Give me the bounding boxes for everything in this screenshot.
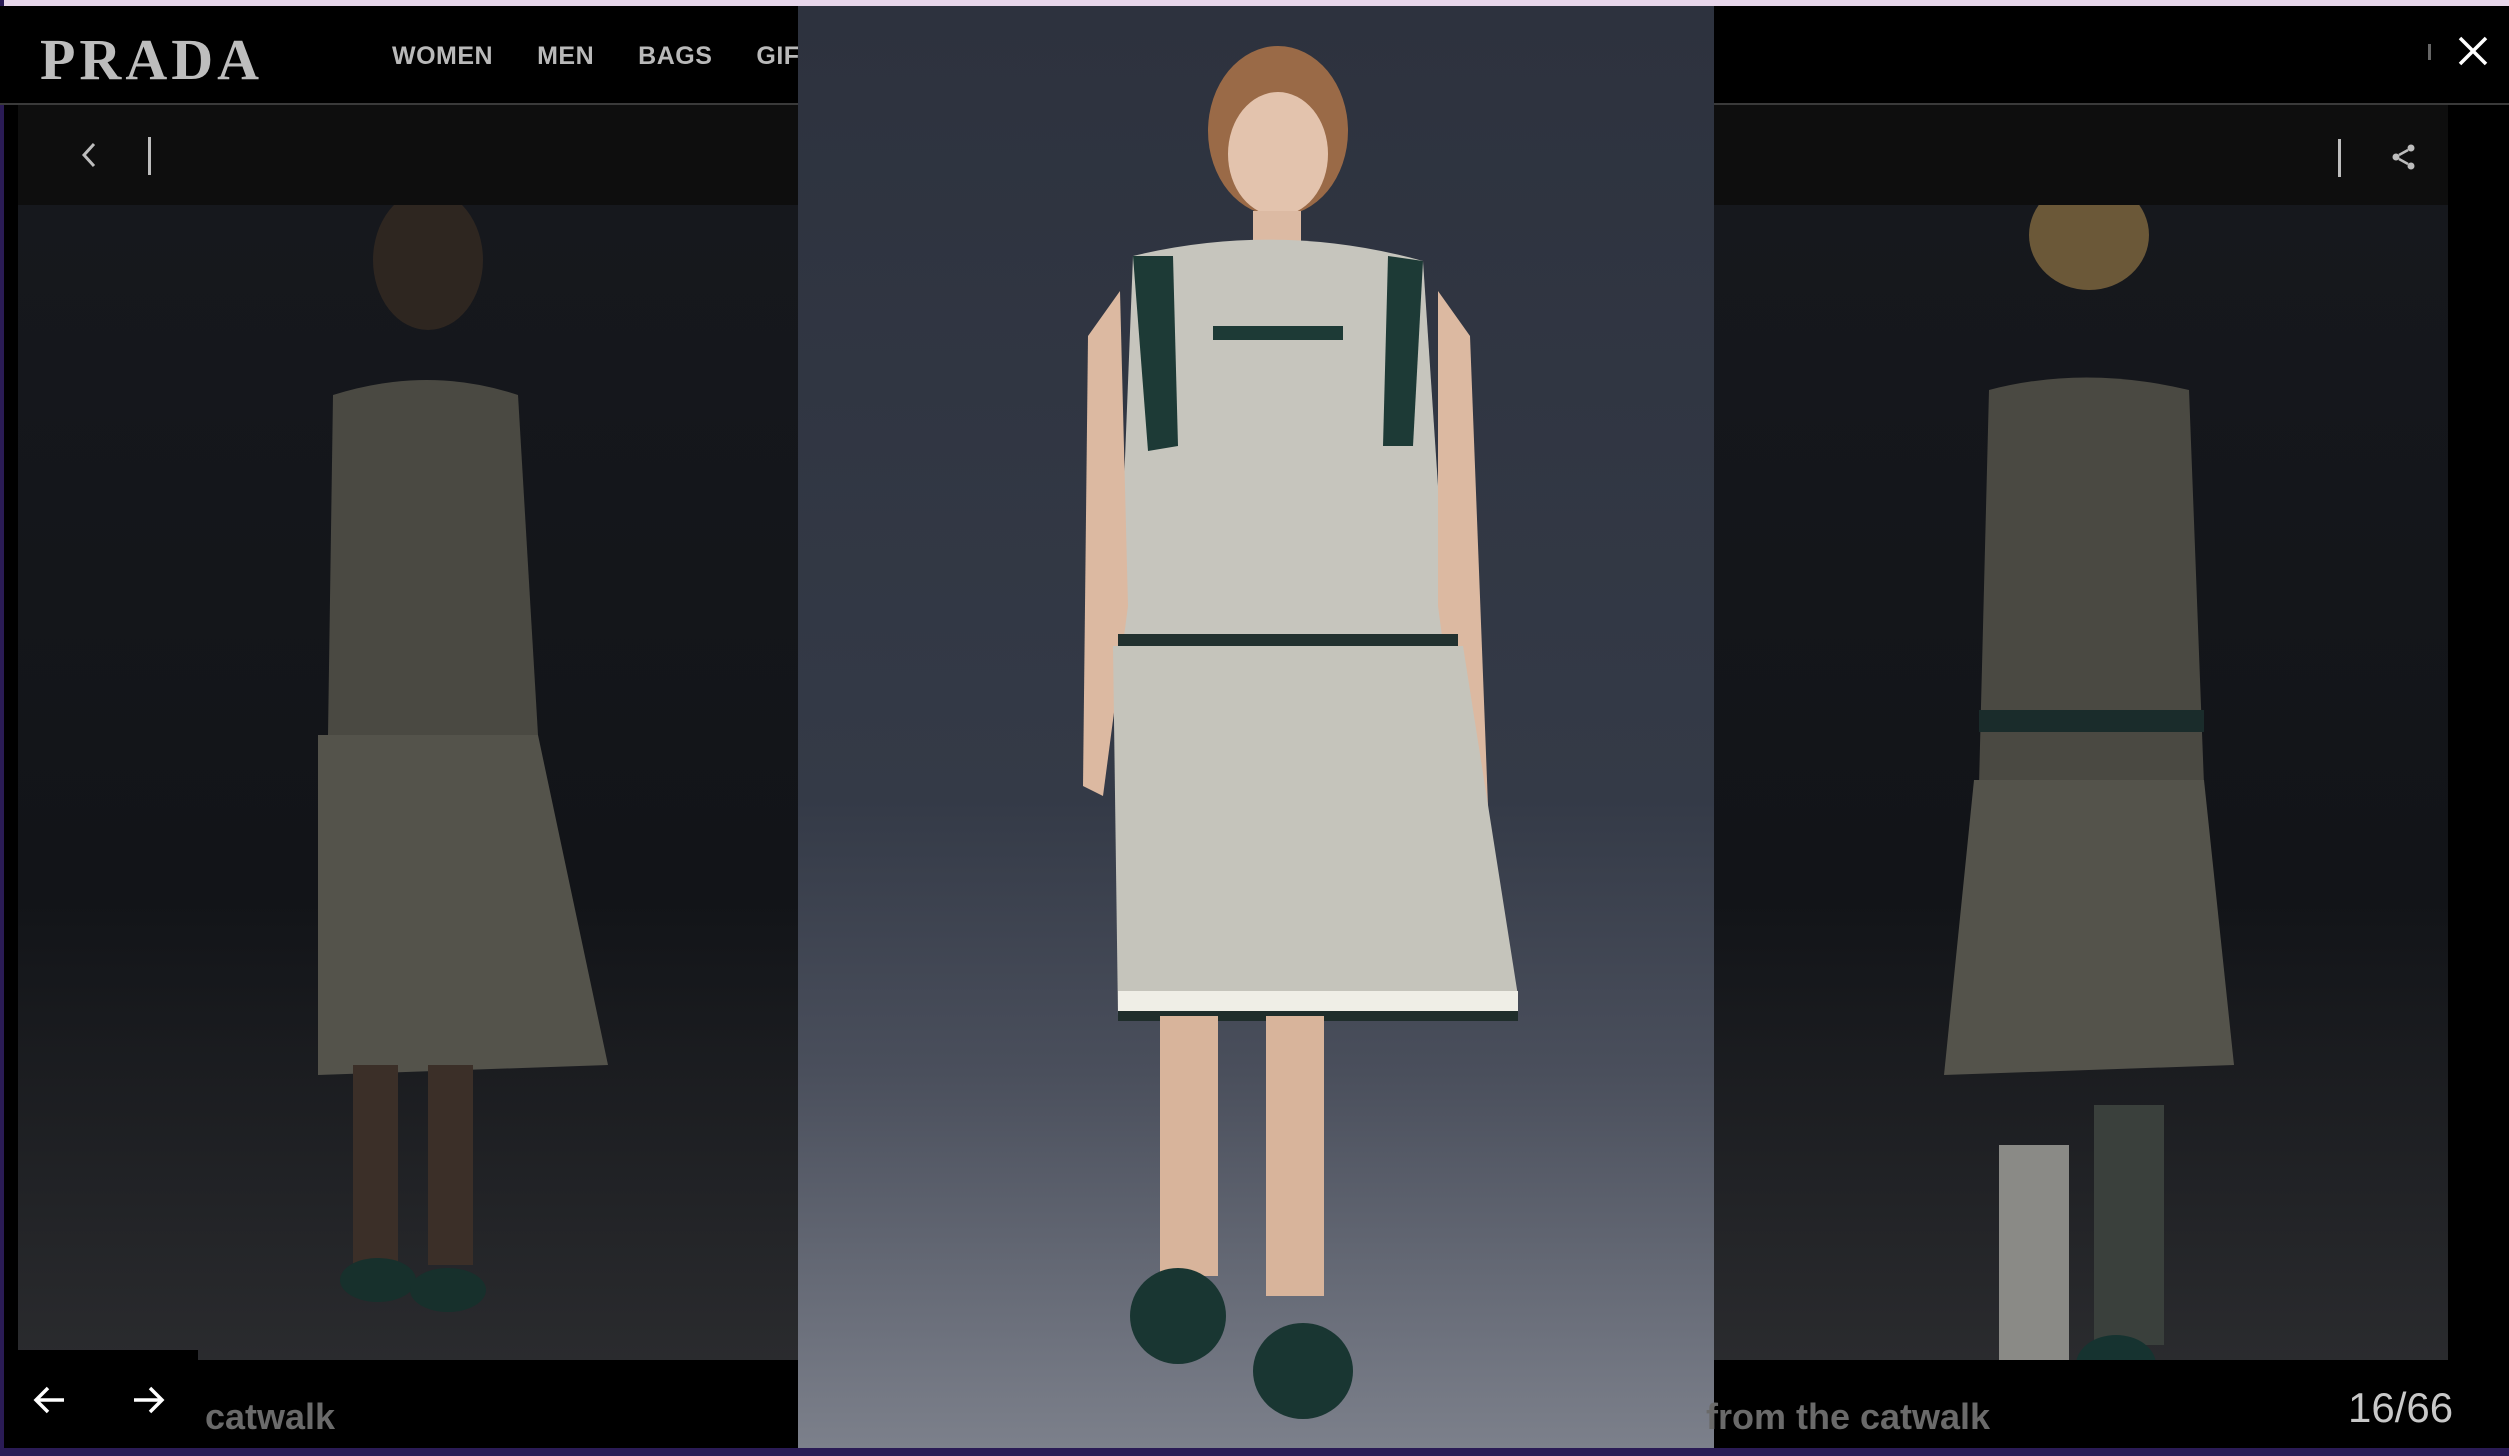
- nav-men[interactable]: MEN: [537, 42, 594, 71]
- chevron-left-icon: [81, 142, 96, 168]
- right-toolbar: [1714, 105, 2448, 205]
- previous-slide-button[interactable]: [18, 1368, 82, 1432]
- window-frame-left: [0, 0, 4, 1456]
- window-frame-bottom: [0, 1448, 2509, 1456]
- arrow-right-icon: [134, 1386, 165, 1414]
- next-slide-panel[interactable]: [1714, 105, 2448, 1360]
- share-button[interactable]: [2374, 127, 2434, 187]
- previous-model-silhouette: [318, 190, 608, 1312]
- arrow-left-icon: [33, 1386, 64, 1414]
- close-button[interactable]: [2448, 26, 2498, 76]
- slide-navigation: [18, 1350, 198, 1446]
- toolbar-divider-left: [148, 137, 151, 175]
- previous-look-photo: [18, 190, 798, 1360]
- close-icon: [2458, 36, 2488, 66]
- next-look-photo: [1714, 180, 2448, 1360]
- next-slide-button[interactable]: [116, 1368, 180, 1432]
- toolbar-divider-right: [2338, 139, 2341, 177]
- main-nav: WOMEN MEN BAGS GIFT: [392, 42, 815, 71]
- nav-bags[interactable]: BAGS: [638, 42, 712, 71]
- next-model-silhouette: [1944, 180, 2234, 1360]
- prada-logo[interactable]: PRADA: [40, 26, 263, 93]
- back-button[interactable]: [60, 125, 120, 185]
- left-caption: catwalk: [205, 1396, 336, 1437]
- left-toolbar: [18, 105, 798, 205]
- previous-slide-panel[interactable]: [18, 105, 798, 1360]
- current-look-photo[interactable]: [798, 6, 1714, 1448]
- slide-counter: 16/66: [2348, 1384, 2454, 1431]
- model-silhouette: [1083, 46, 1518, 1419]
- share-icon: [2392, 144, 2415, 170]
- right-caption: from the catwalk: [1706, 1396, 1991, 1437]
- nav-women[interactable]: WOMEN: [392, 42, 493, 71]
- header-divider: [2428, 44, 2431, 60]
